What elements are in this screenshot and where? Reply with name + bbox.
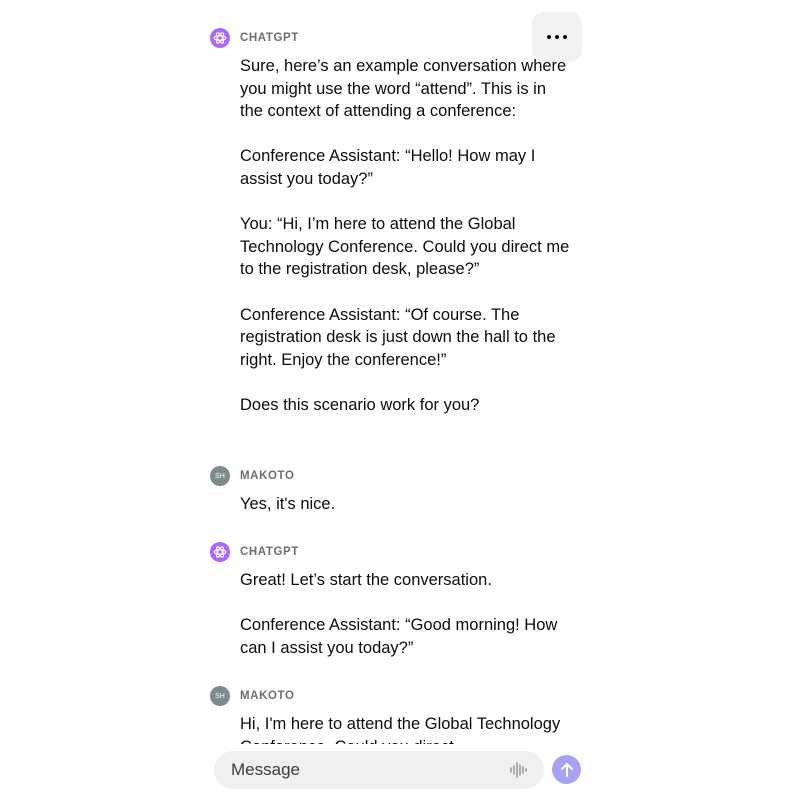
- message-body: Great! Let’s start the conversation. Con…: [240, 569, 570, 659]
- user-avatar: SH: [210, 686, 230, 706]
- message-body: Sure, here’s an example conversation whe…: [240, 55, 570, 417]
- message-paragraph: Hi, I'm here to attend the Global Techno…: [240, 715, 561, 744]
- message-paragraph: Conference Assistant: “Good morning! How…: [240, 616, 558, 657]
- sender-name: CHATGPT: [240, 546, 299, 558]
- message-paragraph: Yes, it's nice.: [240, 495, 336, 513]
- message-composer: [214, 751, 544, 789]
- send-button[interactable]: [552, 755, 581, 784]
- more-options-button[interactable]: [532, 12, 582, 62]
- message-header: SH MAKOTO: [210, 686, 570, 706]
- message-chatgpt: CHATGPT Sure, here’s an example conversa…: [210, 28, 570, 417]
- openai-logo-icon: [213, 546, 227, 558]
- conversation-area[interactable]: CHATGPT Sure, here’s an example conversa…: [0, 0, 800, 744]
- message-paragraph: Great! Let’s start the conversation.: [240, 571, 492, 589]
- openai-logo-icon: [213, 32, 227, 44]
- sender-name: CHATGPT: [240, 32, 299, 44]
- message-user: SH MAKOTO Yes, it's nice.: [210, 466, 570, 516]
- message-paragraph: You: “Hi, I’m here to attend the Global …: [240, 215, 570, 279]
- avatar-initials: SH: [214, 692, 226, 700]
- waveform-icon[interactable]: [508, 759, 530, 781]
- arrow-up-icon: [560, 762, 573, 777]
- chat-screen: CHATGPT Sure, here’s an example conversa…: [0, 0, 800, 800]
- sender-name: MAKOTO: [240, 690, 295, 702]
- more-horizontal-icon: [547, 35, 567, 39]
- message-paragraph: Conference Assistant: “Hello! How may I …: [240, 147, 536, 188]
- sender-name: MAKOTO: [240, 470, 295, 482]
- user-avatar: SH: [210, 466, 230, 486]
- message-body: Yes, it's nice.: [240, 493, 570, 516]
- message-user: SH MAKOTO Hi, I'm here to attend the Glo…: [210, 686, 570, 744]
- avatar-initials: SH: [214, 472, 226, 480]
- chatgpt-avatar: [210, 28, 230, 48]
- chatgpt-avatar: [210, 542, 230, 562]
- message-header: CHATGPT: [210, 28, 570, 48]
- message-header: CHATGPT: [210, 542, 570, 562]
- message-body: Hi, I'm here to attend the Global Techno…: [240, 713, 570, 744]
- message-input[interactable]: [229, 754, 508, 786]
- message-paragraph: Sure, here’s an example conversation whe…: [240, 57, 567, 121]
- message-chatgpt: CHATGPT Great! Let’s start the conversat…: [210, 542, 570, 659]
- message-paragraph: Conference Assistant: “Of course. The re…: [240, 305, 556, 369]
- message-paragraph: Does this scenario work for you?: [240, 395, 480, 414]
- message-header: SH MAKOTO: [210, 466, 570, 486]
